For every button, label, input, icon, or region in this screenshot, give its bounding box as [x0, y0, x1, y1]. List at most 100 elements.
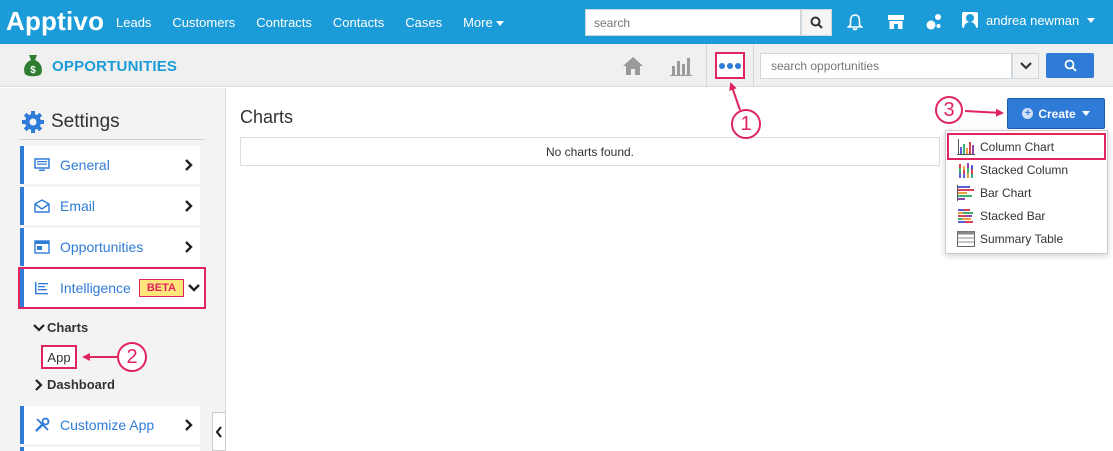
nav-contracts[interactable]: Contracts [256, 15, 312, 30]
chevron-down-icon [188, 284, 200, 292]
sidebar-item-customize-app[interactable]: Customize App [20, 406, 200, 444]
tree-node-dashboard[interactable]: Dashboard [34, 377, 115, 392]
gear-icon [22, 111, 44, 133]
chevron-right-icon [185, 159, 193, 171]
create-button-label: Create [1038, 106, 1076, 121]
column-chart-icon [957, 138, 975, 155]
menu-item-label: Summary Table [980, 231, 1064, 246]
chevron-right-icon [185, 200, 193, 212]
global-search-input[interactable] [585, 9, 801, 36]
menu-item-label: Column Chart [980, 139, 1055, 154]
table-icon [957, 230, 975, 247]
empty-state: No charts found. [240, 137, 940, 166]
store-icon[interactable] [884, 10, 908, 34]
home-icon[interactable] [621, 54, 645, 78]
money-bag-icon: $ [24, 55, 42, 77]
connections-icon[interactable] [922, 10, 946, 34]
tree-node-charts[interactable]: Charts [33, 320, 88, 335]
top-nav: Leads Customers Contracts Contacts Cases… [116, 0, 525, 44]
stacked-bar-icon [958, 208, 973, 223]
bell-icon[interactable] [843, 10, 867, 34]
sidebar-item[interactable] [20, 447, 200, 451]
empty-state-text: No charts found. [545, 144, 635, 159]
menu-item-stacked-column[interactable]: Stacked Column [949, 158, 1104, 181]
dot-icon [719, 62, 725, 69]
opportunity-search-button[interactable] [1046, 53, 1094, 78]
beta-badge: BETA [138, 279, 184, 297]
chevron-down-icon [495, 20, 504, 26]
sidebar-item-opportunities[interactable]: Opportunities [20, 228, 200, 266]
nav-customers[interactable]: Customers [172, 15, 235, 30]
chevron-down-icon [33, 323, 45, 332]
annotation-badge-3: 3 [935, 96, 963, 124]
divider [753, 44, 754, 87]
collapse-sidebar-button[interactable] [212, 412, 226, 451]
user-name: andrea newman [986, 12, 1080, 28]
create-button[interactable]: + Create [1007, 98, 1105, 129]
menu-item-label: Stacked Bar [980, 208, 1046, 223]
bar-chart-icon[interactable] [669, 54, 693, 78]
stacked-column-icon [959, 162, 973, 178]
envelope-icon [34, 199, 50, 213]
settings-title: Settings [21, 110, 120, 134]
user-menu[interactable]: andrea newman [962, 12, 1096, 28]
tree-label-app: App [47, 349, 71, 365]
sidebar-item-label: Intelligence [60, 280, 131, 296]
more-options-button[interactable] [715, 52, 745, 79]
annotation-badge-2: 2 [117, 342, 147, 372]
menu-item-column-chart[interactable]: Column Chart [947, 133, 1106, 160]
list-icon [35, 282, 48, 295]
opportunity-search-input[interactable] [760, 53, 1012, 79]
chevron-right-icon [185, 419, 193, 431]
chevron-right-icon [185, 241, 193, 253]
sidebar-item-label: Opportunities [60, 239, 144, 255]
sidebar-item-label: Customize App [60, 417, 155, 433]
chevron-down-icon [1081, 111, 1090, 116]
sidebar-item-general[interactable]: General [20, 146, 200, 184]
svg-text:$: $ [30, 65, 36, 76]
nav-more[interactable]: More [463, 15, 504, 30]
sidebar-item-label: Email [60, 198, 96, 214]
search-icon [1064, 59, 1077, 72]
avatar [962, 12, 978, 28]
sidebar-item-intelligence[interactable]: Intelligence BETA [18, 267, 206, 309]
chevron-left-icon [215, 425, 222, 438]
settings-title-text: Settings [51, 111, 120, 132]
menu-item-bar-chart[interactable]: Bar Chart [949, 181, 1104, 204]
chevron-right-icon [35, 378, 43, 391]
page-title: Charts [240, 107, 294, 127]
plus-icon: + [1022, 108, 1034, 119]
sidebar-item-email[interactable]: Email [20, 187, 200, 225]
menu-item-label: Bar Chart [980, 185, 1032, 200]
dot-icon [735, 62, 741, 69]
nav-more-label: More [463, 14, 493, 30]
sidebar-item-label: General [60, 157, 110, 173]
nav-leads[interactable]: Leads [116, 15, 151, 30]
module-title-text: OPPORTUNITIES [52, 57, 178, 75]
tree-item-app[interactable]: App [41, 345, 77, 369]
menu-item-summary-table[interactable]: Summary Table [949, 227, 1104, 250]
window-icon [34, 240, 50, 254]
divider [706, 44, 707, 87]
tools-icon [35, 417, 50, 432]
nav-cases[interactable]: Cases [405, 15, 442, 30]
nav-contacts[interactable]: Contacts [333, 15, 384, 30]
monitor-icon [34, 158, 50, 171]
top-bar: Apptivo Leads Customers Contracts Contac… [0, 0, 1113, 44]
chevron-down-icon [1019, 62, 1032, 70]
annotation-badge-1: 1 [731, 109, 761, 139]
menu-item-stacked-bar[interactable]: Stacked Bar [949, 204, 1104, 227]
search-icon [810, 16, 823, 29]
module-title: $ OPPORTUNITIES [22, 54, 177, 78]
search-filter-dropdown[interactable] [1012, 53, 1039, 79]
tree-label-dashboard: Dashboard [47, 377, 115, 392]
search-button[interactable] [801, 9, 832, 36]
app-root: Apptivo Leads Customers Contracts Contac… [0, 0, 1113, 451]
divider [20, 139, 204, 140]
app-logo[interactable]: Apptivo [6, 6, 104, 37]
bar-chart-icon [957, 184, 974, 201]
dot-icon [727, 62, 733, 69]
create-dropdown-menu: Column Chart Stacked Column Bar Chart St… [945, 130, 1108, 254]
menu-item-label: Stacked Column [980, 162, 1069, 177]
chevron-down-icon [1087, 17, 1096, 23]
